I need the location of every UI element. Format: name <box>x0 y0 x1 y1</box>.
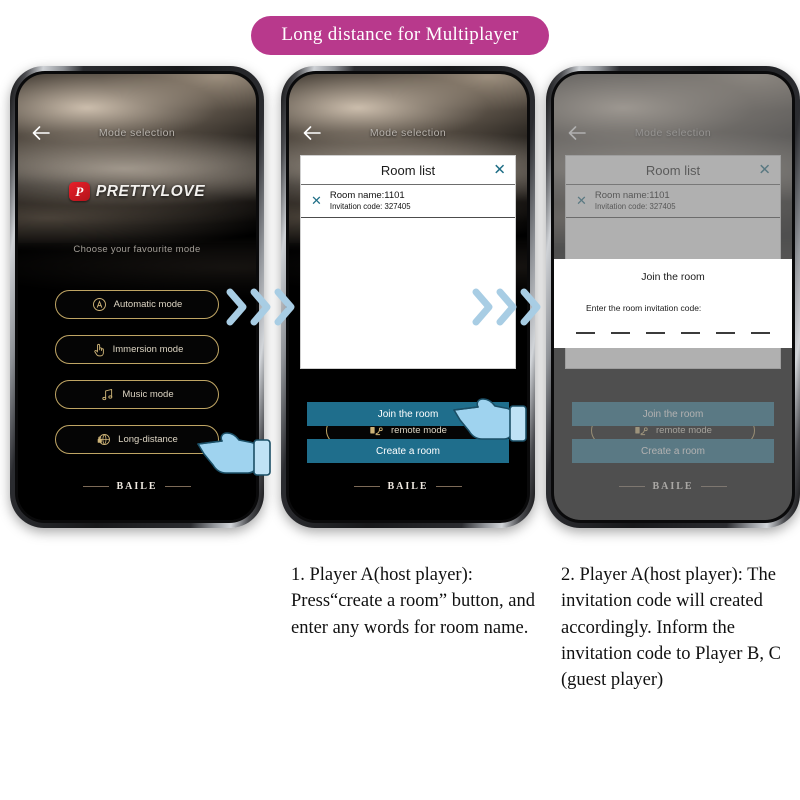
mode-label-immersion: Immersion mode <box>112 344 184 355</box>
join-room-dialog: Join the room Enter the room invitation … <box>554 259 792 348</box>
phone-3-bezel: Mode selection remote mode BAILE <box>551 71 795 523</box>
invitation-code-input[interactable] <box>564 332 782 334</box>
brand-logo: P PRETTYLOVE <box>18 182 256 201</box>
flow-arrows-1 <box>226 288 296 331</box>
logo-wordmark: PRETTYLOVE <box>95 182 206 200</box>
code-slot[interactable] <box>611 332 630 334</box>
room-list-row[interactable]: ✕ Room name:1101 Invitation code: 327405 <box>301 185 515 218</box>
mode-button-long-distance[interactable]: Long-distance <box>55 425 219 454</box>
hand-touch-icon <box>91 342 106 357</box>
caption-step-1: 1. Player A(host player): Press“create a… <box>291 565 536 638</box>
choose-mode-text: Choose your favourite mode <box>73 244 201 255</box>
phones-row: Mode selection P PRETTYLOVE Choose your … <box>0 66 800 536</box>
app-header-title: Mode selection <box>369 127 447 139</box>
chevron-right-icon <box>250 288 272 331</box>
pointing-hand-icon <box>452 390 530 453</box>
mode-label-music: Music mode <box>122 389 174 400</box>
footer-rule-right <box>435 486 462 487</box>
logo-badge-icon: P <box>68 182 90 201</box>
app-header: Mode selection <box>18 120 256 146</box>
phone-3-screen: Mode selection remote mode BAILE <box>554 74 792 520</box>
chevron-right-icon <box>472 288 494 331</box>
page-title-banner: Long distance for Multiplayer <box>251 16 549 55</box>
flow-arrows-2 <box>472 288 542 331</box>
room-invitation-code: Invitation code: 327405 <box>329 202 411 211</box>
room-list-title: Room list <box>380 162 436 178</box>
remove-room-icon[interactable]: ✕ <box>309 194 322 207</box>
pointing-hand-icon <box>196 424 274 487</box>
page-root: Long distance for Multiplayer Mode selec… <box>0 0 800 800</box>
back-arrow-icon[interactable] <box>32 126 50 140</box>
close-icon[interactable]: ✕ <box>493 163 506 178</box>
caption-step-2: 2. Player A(host player): The invitation… <box>561 565 781 691</box>
music-note-icon <box>100 387 115 402</box>
code-slot[interactable] <box>681 332 700 334</box>
chevron-right-icon <box>496 288 518 331</box>
globe-lock-icon <box>96 432 111 447</box>
footer-rule-left <box>83 486 110 487</box>
mode-label-automatic: Automatic mode <box>113 299 183 310</box>
banner-container: Long distance for Multiplayer <box>0 16 800 55</box>
back-arrow-icon[interactable] <box>303 126 321 140</box>
app-header: Mode selection <box>289 120 527 146</box>
chevron-right-icon <box>226 288 248 331</box>
room-list-header: Room list ✕ <box>301 156 515 185</box>
footer-rule-right <box>164 486 191 487</box>
phone-3: Mode selection remote mode BAILE <box>546 66 800 528</box>
mode-label-long-distance: Long-distance <box>118 434 178 445</box>
footer-brand-text: BAILE <box>116 481 158 492</box>
app-header-title: Mode selection <box>98 127 176 139</box>
mode-button-music[interactable]: Music mode <box>55 380 219 409</box>
join-dialog-label: Enter the room invitation code: <box>586 303 702 313</box>
mode-button-immersion[interactable]: Immersion mode <box>55 335 219 364</box>
code-slot[interactable] <box>576 332 595 334</box>
footer-brand-text: BAILE <box>387 481 429 492</box>
room-name: Room name:1101 <box>329 190 405 201</box>
code-slot[interactable] <box>716 332 735 334</box>
chevron-right-icon <box>520 288 542 331</box>
code-slot[interactable] <box>751 332 770 334</box>
join-dialog-title: Join the room <box>641 271 705 283</box>
chevron-right-icon <box>274 288 296 331</box>
mode-list: Automatic mode Immersion mode Music mode… <box>55 290 219 454</box>
code-slot[interactable] <box>646 332 665 334</box>
room-row-texts: Room name:1101 Invitation code: 327405 <box>330 190 411 211</box>
room-list-dialog: Room list ✕ ✕ Room name:1101 Invitation … <box>300 155 516 369</box>
footer-brand: BAILE <box>289 481 527 492</box>
footer-rule-left <box>354 486 381 487</box>
automatic-mode-icon <box>92 297 107 312</box>
mode-button-automatic[interactable]: Automatic mode <box>55 290 219 319</box>
